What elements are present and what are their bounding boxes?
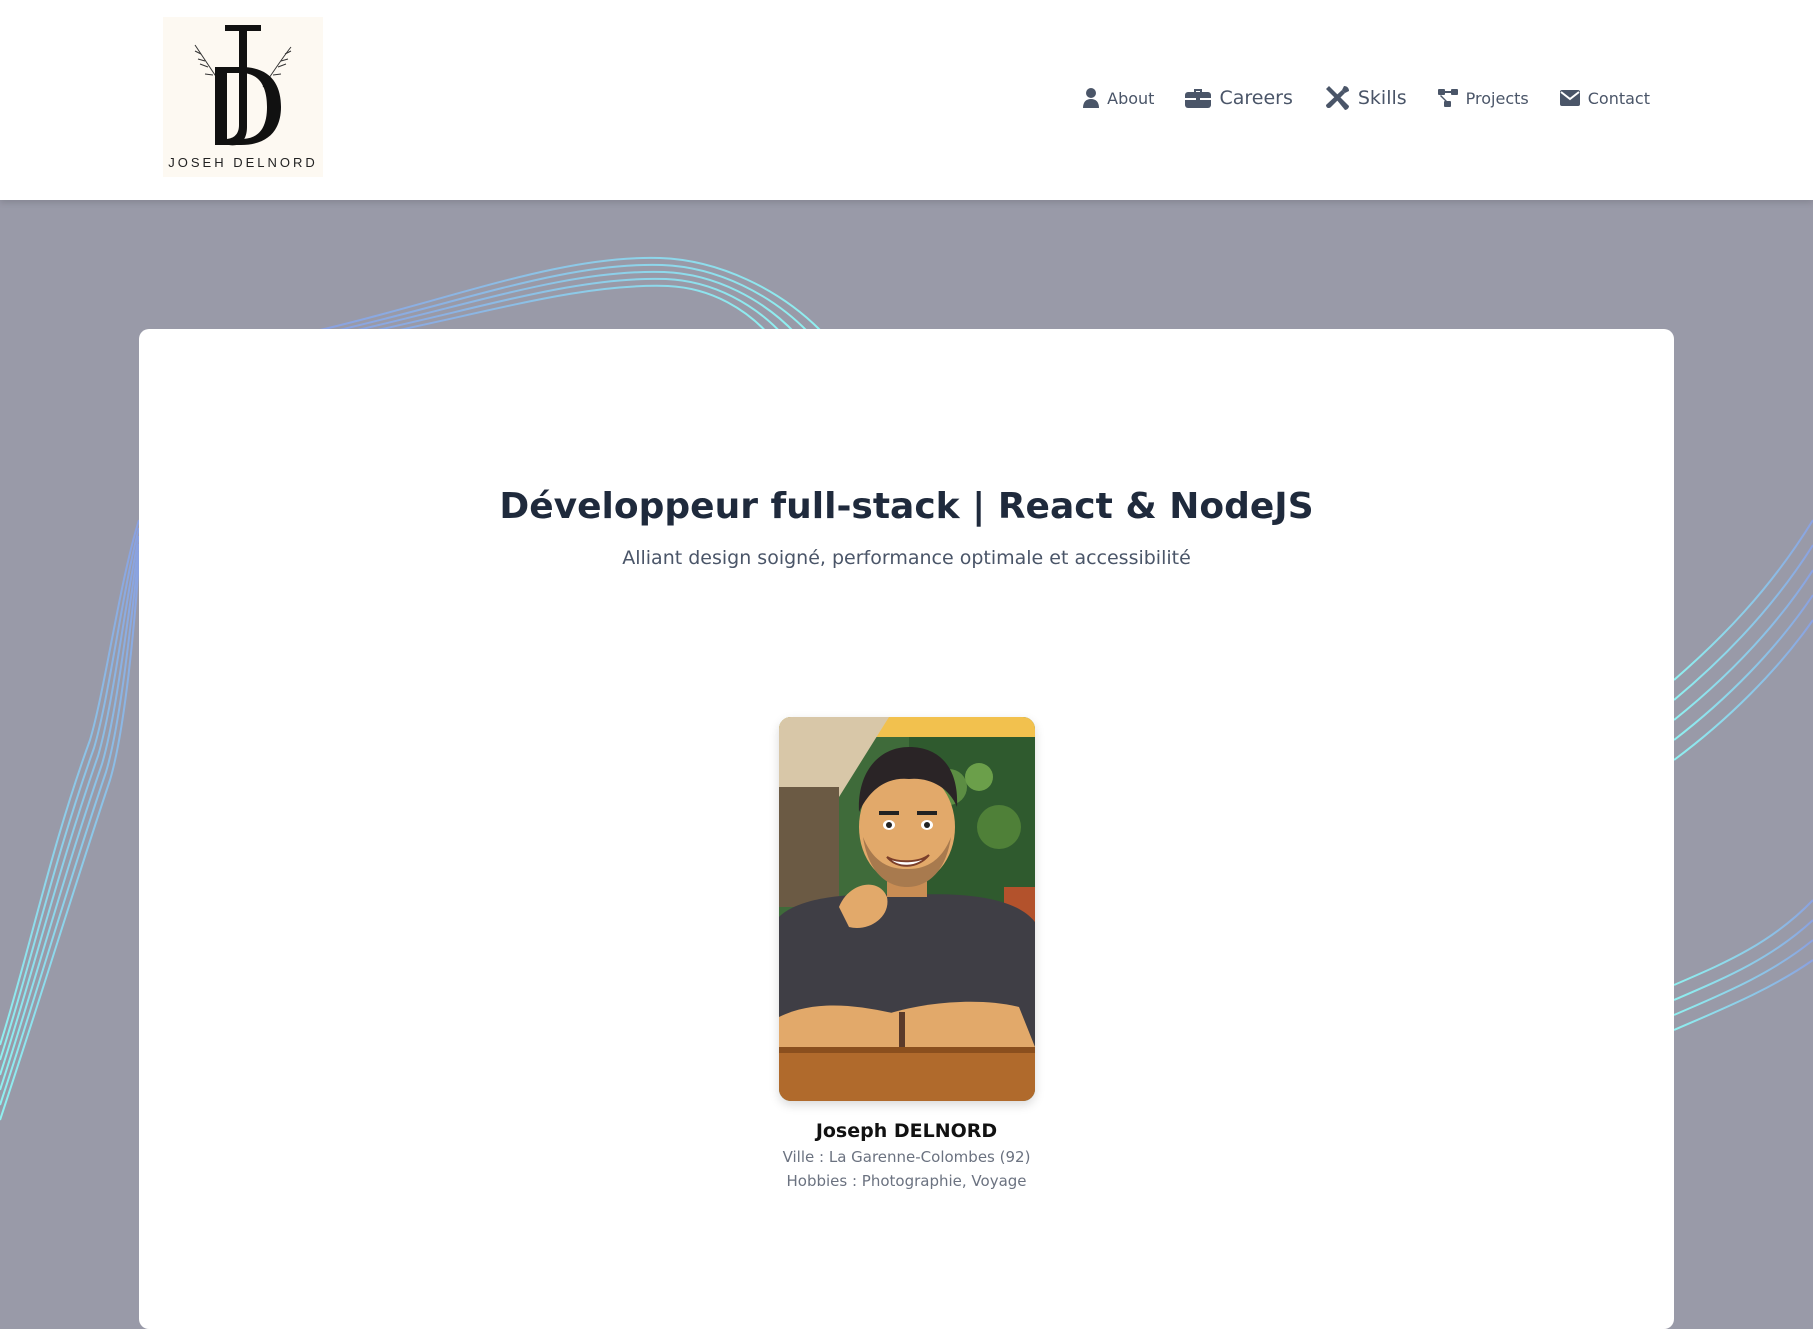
nav-skills-label: Skills xyxy=(1357,87,1407,109)
diagram-icon xyxy=(1437,89,1458,107)
nav-contact-label: Contact xyxy=(1587,88,1650,108)
site-header: JOSEH DELNORD About Careers Skills Proje… xyxy=(0,0,1813,200)
logo[interactable]: JOSEH DELNORD xyxy=(163,17,323,177)
hero-subtitle: Alliant design soigné, performance optim… xyxy=(622,547,1191,569)
hero-title: Développeur full-stack | React & NodeJS xyxy=(499,486,1314,527)
logo-name: JOSEH DELNORD xyxy=(168,155,318,170)
avatar-illustration xyxy=(779,717,1035,1101)
tools-icon xyxy=(1325,86,1349,110)
envelope-icon xyxy=(1559,90,1580,106)
profile-hobbies: Hobbies : Photographie, Voyage xyxy=(786,1172,1027,1190)
profile-avatar xyxy=(779,717,1035,1101)
briefcase-icon xyxy=(1185,89,1212,108)
user-icon xyxy=(1083,88,1100,108)
nav-contact[interactable]: Contact xyxy=(1559,88,1650,108)
nav-careers-label: Careers xyxy=(1219,87,1293,109)
nav-careers[interactable]: Careers xyxy=(1185,87,1293,109)
nav-about-label: About xyxy=(1107,88,1155,108)
jd-monogram-icon xyxy=(194,25,292,146)
profile-city: Ville : La Garenne-Colombes (92) xyxy=(782,1148,1031,1166)
nav-skills[interactable]: Skills xyxy=(1324,85,1407,111)
nav-projects-label: Projects xyxy=(1465,88,1529,108)
hero-card: Développeur full-stack | React & NodeJS … xyxy=(139,329,1674,1329)
nav-projects[interactable]: Projects xyxy=(1437,88,1529,108)
nav-about[interactable]: About xyxy=(1083,88,1154,108)
profile-name: Joseph DELNORD xyxy=(815,1120,998,1142)
main-nav: About Careers Skills Projects Contact xyxy=(1083,86,1650,110)
